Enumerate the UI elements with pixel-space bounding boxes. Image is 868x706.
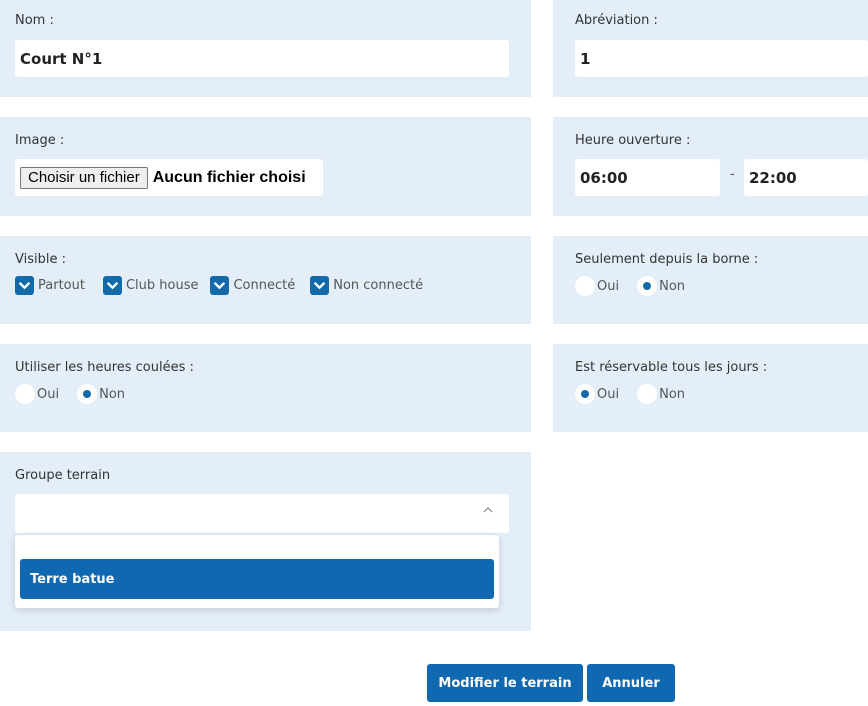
- checkbox-partout-label: Partout: [38, 278, 85, 293]
- borne-oui-label: Oui: [597, 278, 620, 294]
- radio-checked-icon: [575, 384, 595, 404]
- visible-label: Visible :: [15, 252, 66, 267]
- file-status: Aucun fichier choisi: [152, 168, 306, 186]
- groupe-panel: Groupe terrain Terre batue: [0, 452, 531, 631]
- checkbox-non-connecte[interactable]: [310, 276, 330, 295]
- heures-coulees-panel: Utiliser les heures coulées : Oui Non: [0, 344, 531, 432]
- chevron-up-icon: [483, 504, 493, 517]
- radio-unchecked-icon: [575, 276, 595, 296]
- nom-label: Nom :: [15, 13, 54, 28]
- heures-coulees-non-label: Non: [99, 386, 126, 402]
- tous-jours-non-label: Non: [659, 386, 686, 402]
- choose-file-button[interactable]: Choisir un fichier: [20, 166, 148, 189]
- borne-radio-oui[interactable]: Oui: [575, 276, 637, 296]
- visible-options: Partout Club house Connecté Non connecté: [15, 276, 423, 295]
- image-file-field: Choisir un fichier Aucun fichier choisi: [15, 159, 323, 196]
- dropdown-option-empty[interactable]: [20, 537, 494, 557]
- heures-coulees-options: Oui Non: [15, 384, 125, 404]
- annuler-button[interactable]: Annuler: [587, 664, 675, 702]
- heures-coulees-radio-oui[interactable]: Oui: [15, 384, 77, 404]
- image-label: Image :: [15, 133, 65, 148]
- nom-panel: Nom : Court N°1: [0, 0, 531, 97]
- abreviation-input[interactable]: 1: [575, 40, 868, 77]
- radio-checked-icon: [637, 276, 658, 296]
- checkbox-non-connecte-label: Non connecté: [333, 278, 424, 293]
- borne-non-label: Non: [659, 278, 686, 294]
- heures-coulees-label: Utiliser les heures coulées :: [15, 360, 194, 375]
- radio-checked-icon: [77, 384, 98, 404]
- abreviation-panel: Abréviation : 1: [553, 0, 868, 97]
- tous-jours-radio-non[interactable]: Non: [637, 384, 685, 404]
- tous-jours-panel: Est réservable tous les jours : Oui Non: [553, 344, 868, 432]
- dropdown-option-terre-batue[interactable]: Terre batue: [20, 559, 494, 599]
- heure-panel: Heure ouverture : 06:00 - 22:00: [553, 117, 868, 216]
- heures-coulees-oui-label: Oui: [37, 386, 60, 402]
- tous-jours-label: Est réservable tous les jours :: [575, 360, 768, 375]
- checkmark-icon: [18, 281, 31, 290]
- tous-jours-oui-label: Oui: [597, 386, 620, 402]
- checkmark-icon: [314, 281, 326, 290]
- heure-ouverture-input[interactable]: 06:00: [575, 159, 720, 196]
- heures-coulees-radio-non[interactable]: Non: [77, 384, 125, 404]
- visible-panel: Visible : Partout Club house Connecté No…: [0, 236, 531, 324]
- abreviation-label: Abréviation :: [575, 13, 658, 28]
- image-panel: Image : Choisir un fichier Aucun fichier…: [0, 117, 531, 216]
- borne-radio-non[interactable]: Non: [637, 276, 685, 296]
- radio-unchecked-icon: [15, 384, 35, 404]
- checkbox-connecte[interactable]: [210, 276, 230, 295]
- groupe-label: Groupe terrain: [15, 468, 111, 483]
- modifier-terrain-button[interactable]: Modifier le terrain: [427, 664, 583, 702]
- checkbox-connecte-label: Connecté: [233, 278, 296, 293]
- borne-label: Seulement depuis la borne :: [575, 252, 759, 267]
- checkbox-club-house-label: Club house: [125, 278, 199, 293]
- groupe-dropdown: Terre batue: [15, 535, 499, 608]
- heure-separator: -: [730, 167, 735, 182]
- checkmark-icon: [106, 281, 119, 290]
- borne-options: Oui Non: [575, 276, 685, 296]
- checkmark-icon: [214, 281, 226, 290]
- tous-jours-options: Oui Non: [575, 384, 685, 404]
- nom-input[interactable]: Court N°1: [15, 40, 509, 77]
- heure-fermeture-input[interactable]: 22:00: [744, 159, 868, 196]
- checkbox-partout[interactable]: [15, 276, 34, 295]
- borne-panel: Seulement depuis la borne : Oui Non: [553, 236, 868, 324]
- radio-unchecked-icon: [637, 384, 658, 404]
- heure-label: Heure ouverture :: [575, 133, 691, 148]
- groupe-select[interactable]: [15, 494, 509, 533]
- tous-jours-radio-oui[interactable]: Oui: [575, 384, 637, 404]
- checkbox-club-house[interactable]: [102, 276, 122, 295]
